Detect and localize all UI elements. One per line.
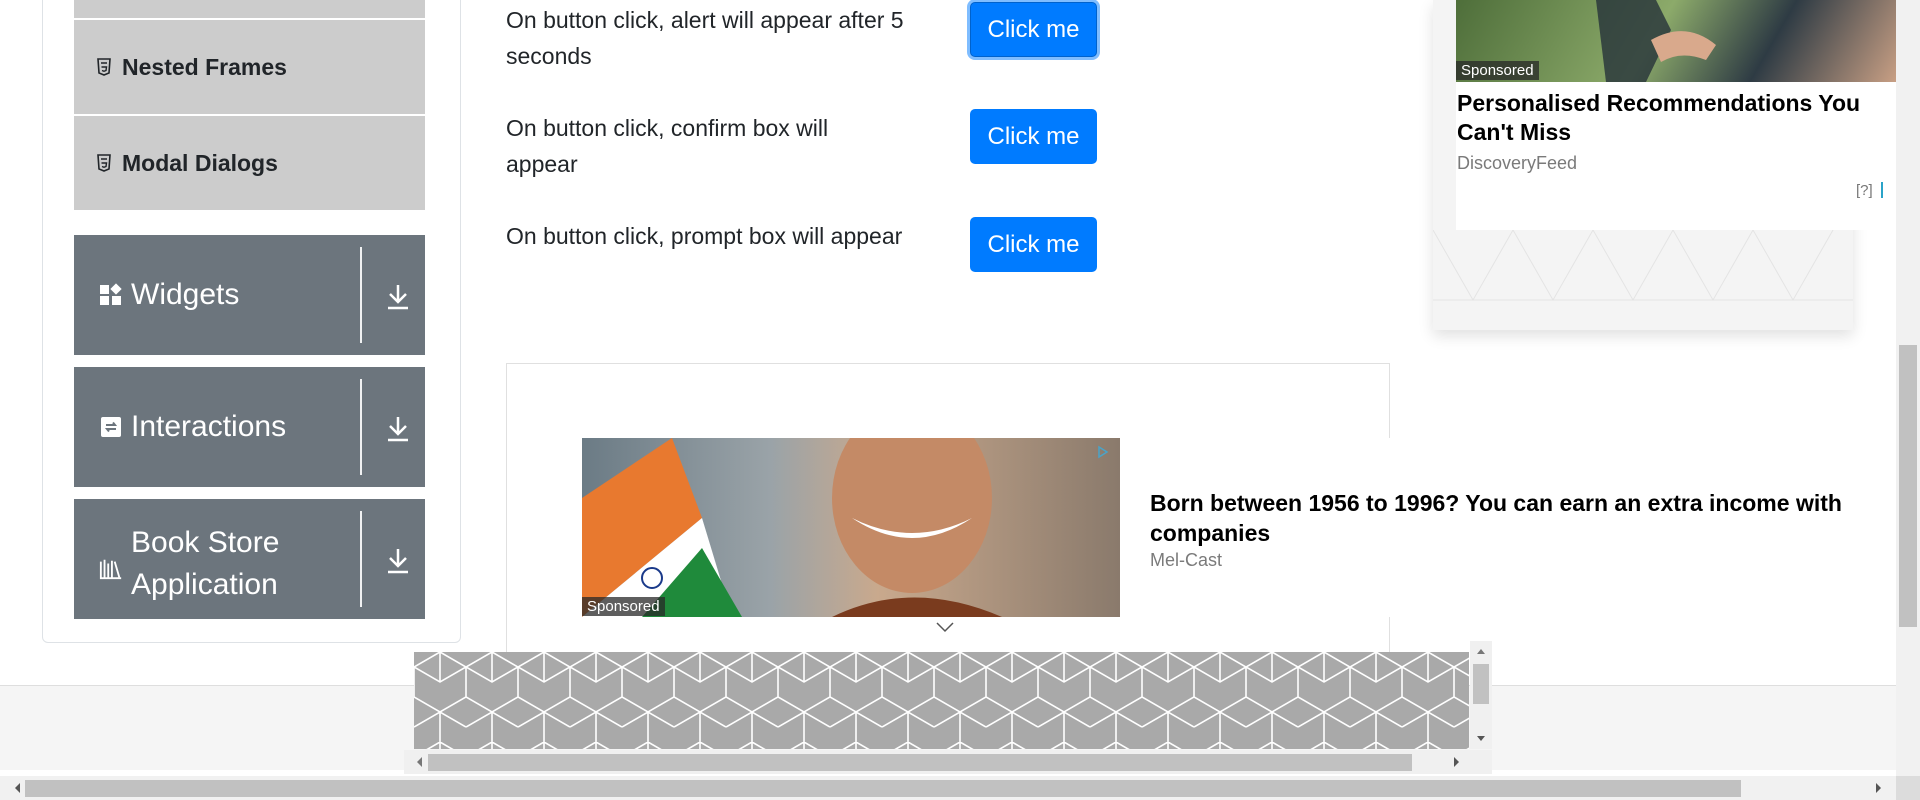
scrollbar-corner (1896, 776, 1920, 800)
bottom-banner-ad[interactable] (414, 652, 1469, 749)
html5-icon (96, 153, 112, 173)
sidebar-item-label: Modal Dialogs (122, 149, 278, 176)
banner-horizontal-scrollbar[interactable] (404, 750, 1492, 774)
center-ad-source: Mel-Cast (1150, 550, 1223, 570)
right-ad-source: DiscoveryFeed (1457, 153, 1578, 173)
alert-timer-description: On button click, alert will appear after… (506, 7, 904, 69)
group-label: Interactions (131, 410, 287, 443)
center-ad-sponsored-tag: Sponsored (582, 597, 665, 616)
sidebar-group-widgets[interactable]: Widgets (74, 235, 425, 355)
adchoices-icon[interactable] (1096, 445, 1110, 459)
group-divider (360, 247, 362, 343)
timer-alert-button[interactable]: Click me (970, 2, 1097, 57)
banner-vertical-scrollbar[interactable] (1470, 641, 1492, 749)
download-icon[interactable] (384, 413, 412, 443)
group-label: Widgets (131, 278, 240, 311)
sidebar-item-label: Nested Frames (122, 53, 287, 80)
interactions-icon (99, 415, 123, 439)
right-ad-headline[interactable]: Personalised Recommendations You Can't M… (1457, 89, 1887, 147)
ad-help-link[interactable]: [?] (1856, 182, 1873, 199)
sidebar-item-previous[interactable] (74, 0, 425, 20)
prompt-button[interactable]: Click me (970, 217, 1097, 272)
download-icon[interactable] (384, 281, 412, 311)
html5-icon (96, 57, 112, 77)
chevron-down-icon[interactable] (935, 620, 955, 634)
adchoices-icon[interactable] (1881, 182, 1893, 198)
widgets-icon (99, 283, 123, 307)
center-ad-headline[interactable]: Born between 1956 to 1996? You can earn … (1150, 488, 1890, 548)
right-ad-pattern (1433, 230, 1853, 302)
confirm-button[interactable]: Click me (970, 109, 1097, 164)
group-divider (360, 511, 362, 607)
page-vertical-scrollbar[interactable] (1896, 0, 1920, 776)
sidebar-group-book-store[interactable]: Book Store Application (74, 499, 425, 619)
group-label: Book Store Application (131, 526, 280, 601)
download-icon[interactable] (384, 545, 412, 575)
prompt-description: On button click, prompt box will appear (506, 223, 903, 249)
right-ad-sponsored-tag: Sponsored (1456, 61, 1539, 80)
group-divider (360, 379, 362, 475)
confirm-description: On button click, confirm box will appear (506, 115, 829, 177)
book-store-icon (99, 557, 123, 581)
sidebar-item-nested-frames[interactable]: Nested Frames (74, 20, 425, 116)
sidebar-group-interactions[interactable]: Interactions (74, 367, 425, 487)
center-ad-image[interactable] (582, 438, 1120, 617)
sidebar-item-modal-dialogs[interactable]: Modal Dialogs (74, 116, 425, 212)
page-horizontal-scrollbar[interactable] (0, 776, 1896, 800)
